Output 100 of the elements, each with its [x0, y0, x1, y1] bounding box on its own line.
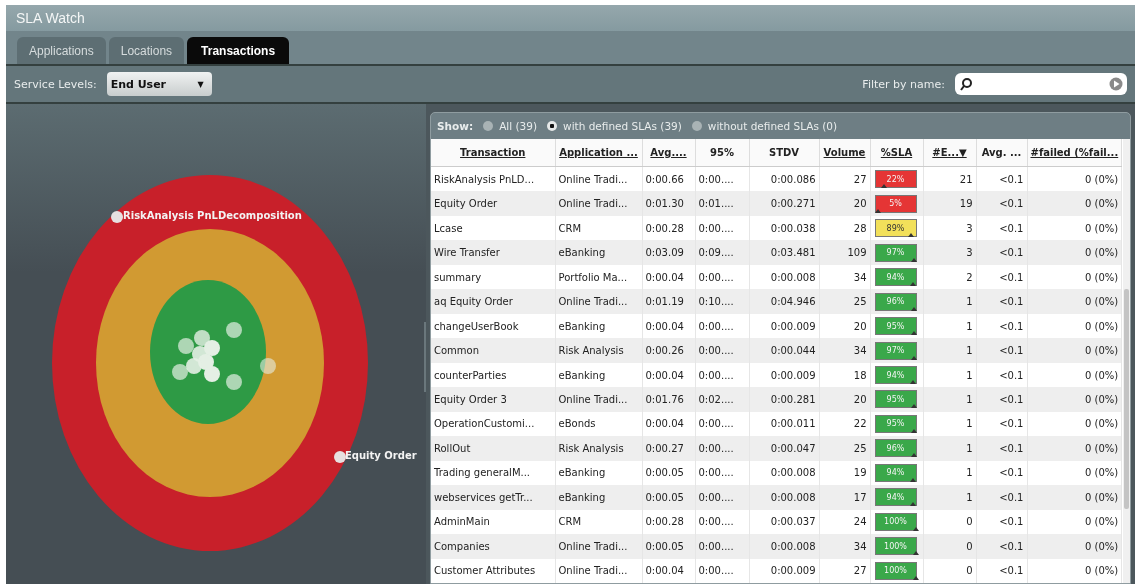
- column-header[interactable]: Volume: [819, 139, 870, 167]
- sla-bar: 94%: [874, 366, 917, 384]
- table-cell: <0.1: [976, 191, 1027, 216]
- sla-bar: 5%: [874, 194, 917, 213]
- table-cell: 0:00....: [695, 436, 749, 461]
- service-level-dropdown[interactable]: End User ▼: [106, 72, 212, 96]
- transaction-point[interactable]: [172, 364, 188, 380]
- table-cell: 0 (0%): [1027, 436, 1122, 461]
- column-header[interactable]: Application ...: [555, 139, 642, 167]
- table-cell: Wire Transfer: [431, 240, 555, 265]
- table-cell: 0 (0%): [1027, 558, 1122, 583]
- tab[interactable]: Locations: [108, 37, 185, 64]
- filter-radio[interactable]: All (39): [483, 120, 538, 132]
- sla-bar: 94%: [874, 463, 917, 482]
- sla-bar: 96%: [874, 292, 917, 311]
- table-cell: 20: [819, 191, 870, 216]
- table-cell: 0:00.271: [749, 191, 819, 216]
- sla-bar: 89%: [874, 219, 917, 238]
- table-cell: 27: [819, 558, 870, 583]
- filter-radio[interactable]: with defined SLAs (39): [547, 120, 682, 132]
- tab[interactable]: Applications: [17, 37, 106, 64]
- column-header[interactable]: 95%: [695, 139, 749, 167]
- table-cell: eBanking: [555, 240, 642, 265]
- table-cell: 0:00.05: [642, 534, 695, 559]
- table-cell: <0.1: [976, 558, 1027, 583]
- table-cell: 1: [923, 485, 976, 510]
- splitter-handle[interactable]: [424, 322, 426, 392]
- table-cell: 0:00....: [695, 558, 749, 583]
- target-point-label: RiskAnalysis PnLDecomposition: [123, 210, 302, 221]
- table-cell: Customer Attributes: [431, 558, 555, 583]
- table-cell: Online Tradi...: [555, 191, 642, 216]
- table-cell: 19: [923, 191, 976, 216]
- transaction-point[interactable]: [204, 366, 220, 382]
- sla-bar: 22%: [874, 170, 917, 189]
- table-cell: 0:00....: [695, 485, 749, 510]
- table-cell: 0:01.76: [642, 387, 695, 412]
- sla-bar: 97%: [874, 243, 917, 262]
- table-cell: 0:00.009: [749, 558, 819, 583]
- table-cell: aq Equity Order: [431, 289, 555, 314]
- table-cell: 0:00....: [695, 534, 749, 559]
- service-levels-label: Service Levels:: [14, 77, 97, 91]
- table-cell: Companies: [431, 534, 555, 559]
- table-cell: <0.1: [976, 485, 1027, 510]
- window-title: SLA Watch: [16, 10, 85, 26]
- column-header[interactable]: STDV: [749, 139, 819, 167]
- transaction-point[interactable]: [194, 330, 210, 346]
- table-cell: 0 (0%): [1027, 338, 1122, 363]
- table-cell: 0:04.946: [749, 289, 819, 314]
- table-cell: <0.1: [976, 534, 1027, 559]
- table-cell: 0 (0%): [1027, 191, 1122, 216]
- column-header[interactable]: Avg....: [642, 139, 695, 167]
- table-cell: 0:00.044: [749, 338, 819, 363]
- table-cell: 34: [819, 534, 870, 559]
- table-cell: Online Tradi...: [555, 558, 642, 583]
- table-cell: <0.1: [976, 240, 1027, 265]
- sla-bar: 100%: [874, 512, 917, 531]
- column-header[interactable]: Avg. ...: [976, 139, 1027, 167]
- table-cell: 0: [923, 558, 976, 583]
- table-cell: Common: [431, 338, 555, 363]
- table-cell: 1: [923, 338, 976, 363]
- table-cell: Online Tradi...: [555, 289, 642, 314]
- transaction-point[interactable]: [111, 211, 123, 223]
- sla-bar: 100%: [874, 561, 917, 580]
- table-cell: Risk Analysis: [555, 436, 642, 461]
- column-header[interactable]: %SLA: [870, 139, 923, 167]
- transaction-point[interactable]: [334, 451, 346, 463]
- table-cell: 1: [923, 289, 976, 314]
- table-cell: Risk Analysis: [555, 338, 642, 363]
- table-cell: 25: [819, 436, 870, 461]
- tab[interactable]: Transactions: [187, 37, 290, 64]
- scrollbar[interactable]: [1123, 139, 1130, 583]
- table-cell: eBanking: [555, 485, 642, 510]
- table-cell: 0 (0%): [1027, 240, 1122, 265]
- column-header[interactable]: #failed (%fail...: [1027, 139, 1122, 167]
- transaction-point[interactable]: [204, 340, 220, 356]
- column-header[interactable]: #E...▼: [923, 139, 976, 167]
- sla-bar: 94%: [874, 268, 917, 287]
- table-cell: 0:00.26: [642, 338, 695, 363]
- table-cell: 1: [923, 436, 976, 461]
- go-icon[interactable]: [1109, 77, 1123, 91]
- target-point-label: Equity Order: [345, 450, 417, 461]
- table-cell: 25: [819, 289, 870, 314]
- transaction-point[interactable]: [186, 358, 202, 374]
- table-cell: 0:00.008: [749, 485, 819, 510]
- filter-radio[interactable]: without defined SLAs (0): [691, 120, 838, 132]
- filter-field[interactable]: [955, 73, 1127, 95]
- table-cell: 0:00.008: [749, 534, 819, 559]
- table-cell: 34: [819, 338, 870, 363]
- sla-bar: 96%: [874, 439, 917, 458]
- sla-bar: 100%: [874, 537, 917, 556]
- table-cell: 0 (0%): [1027, 485, 1122, 510]
- table-cell: 17: [819, 485, 870, 510]
- sla-bar: 97%: [874, 341, 917, 360]
- table-cell: 0:10....: [695, 289, 749, 314]
- table-cell: Online Tradi...: [555, 534, 642, 559]
- table-cell: <0.1: [976, 387, 1027, 412]
- table-cell: Equity Order: [431, 191, 555, 216]
- table-cell: 0:00....: [695, 338, 749, 363]
- column-header[interactable]: Transaction: [431, 139, 555, 167]
- table-cell: 0:01.30: [642, 191, 695, 216]
